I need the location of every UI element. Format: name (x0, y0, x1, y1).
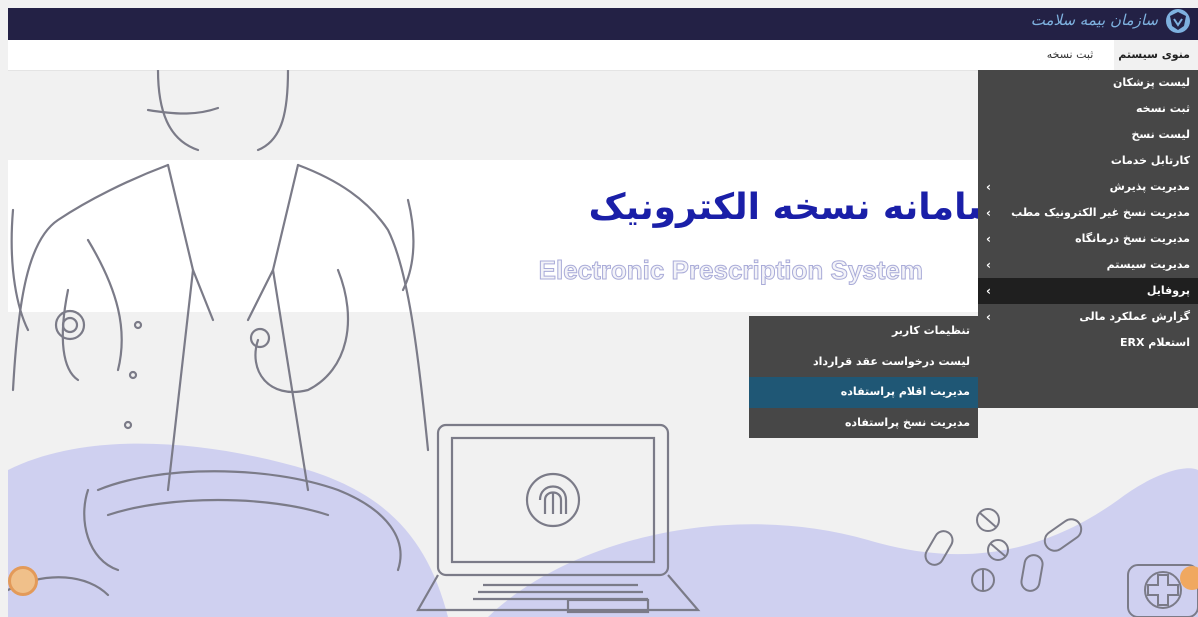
menu-item-doctors-list[interactable]: لیست پزشکان (978, 70, 1198, 96)
chevron-left-icon: ‹ (986, 206, 991, 220)
menu-item-financial-report[interactable]: گزارش عملکرد مالی ‹ (978, 304, 1198, 330)
menu-item-clinic-rx[interactable]: مدیریت نسخ درمانگاه ‹ (978, 226, 1198, 252)
right-edge-icon[interactable] (1180, 566, 1198, 590)
menu-item-admission-management[interactable]: مدیریت پذیرش ‹ (978, 174, 1198, 200)
shield-logo-icon (1166, 9, 1190, 33)
menu-item-non-electronic-rx[interactable]: مدیریت نسخ غیر الکترونیک مطب ‹ (978, 200, 1198, 226)
menubar: منوی سیستم ثبت نسخه (8, 40, 1198, 71)
submenu-item-frequent-rx[interactable]: مدیریت نسخ پراستفاده (749, 408, 978, 439)
chevron-left-icon: ‹ (986, 284, 991, 298)
hero-title: سامانه نسخه الکترونیک (588, 187, 1003, 228)
submenu-item-frequent-items[interactable]: مدیریت اقلام پراستفاده (749, 377, 978, 408)
brand[interactable]: سازمان بیمه سلامت (1031, 8, 1192, 40)
chevron-left-icon: ‹ (986, 258, 991, 272)
top-header (8, 8, 1198, 40)
profile-submenu: تنظیمات کاربر لیست درخواست عقد قرارداد م… (749, 316, 978, 438)
menu-item-erx-inquiry[interactable]: استعلام ERX (978, 330, 1198, 356)
left-edge-icon[interactable] (8, 566, 38, 596)
register-prescription-tab[interactable]: ثبت نسخه (1026, 40, 1114, 70)
hero-subtitle: Electronic Prescription System (538, 255, 923, 286)
menu-item-profile[interactable]: پروفایل ‹ (978, 278, 1198, 304)
submenu-item-contract-requests[interactable]: لیست درخواست عقد قرارداد (749, 347, 978, 378)
menu-item-register-rx[interactable]: ثبت نسخه (978, 96, 1198, 122)
submenu-item-user-settings[interactable]: تنظیمات کاربر (749, 316, 978, 347)
system-menu-dropdown: لیست پزشکان ثبت نسخه لیست نسخ کارتابل خد… (978, 70, 1198, 408)
brand-text: سازمان بیمه سلامت (1030, 11, 1158, 29)
chevron-left-icon: ‹ (986, 232, 991, 246)
menu-item-rx-list[interactable]: لیست نسخ (978, 122, 1198, 148)
chevron-left-icon: ‹ (986, 310, 991, 324)
chevron-left-icon: ‹ (986, 180, 991, 194)
menu-item-services-cartable[interactable]: کارتابل خدمات (978, 148, 1198, 174)
menu-item-system-management[interactable]: مدیریت سیستم ‹ (978, 252, 1198, 278)
